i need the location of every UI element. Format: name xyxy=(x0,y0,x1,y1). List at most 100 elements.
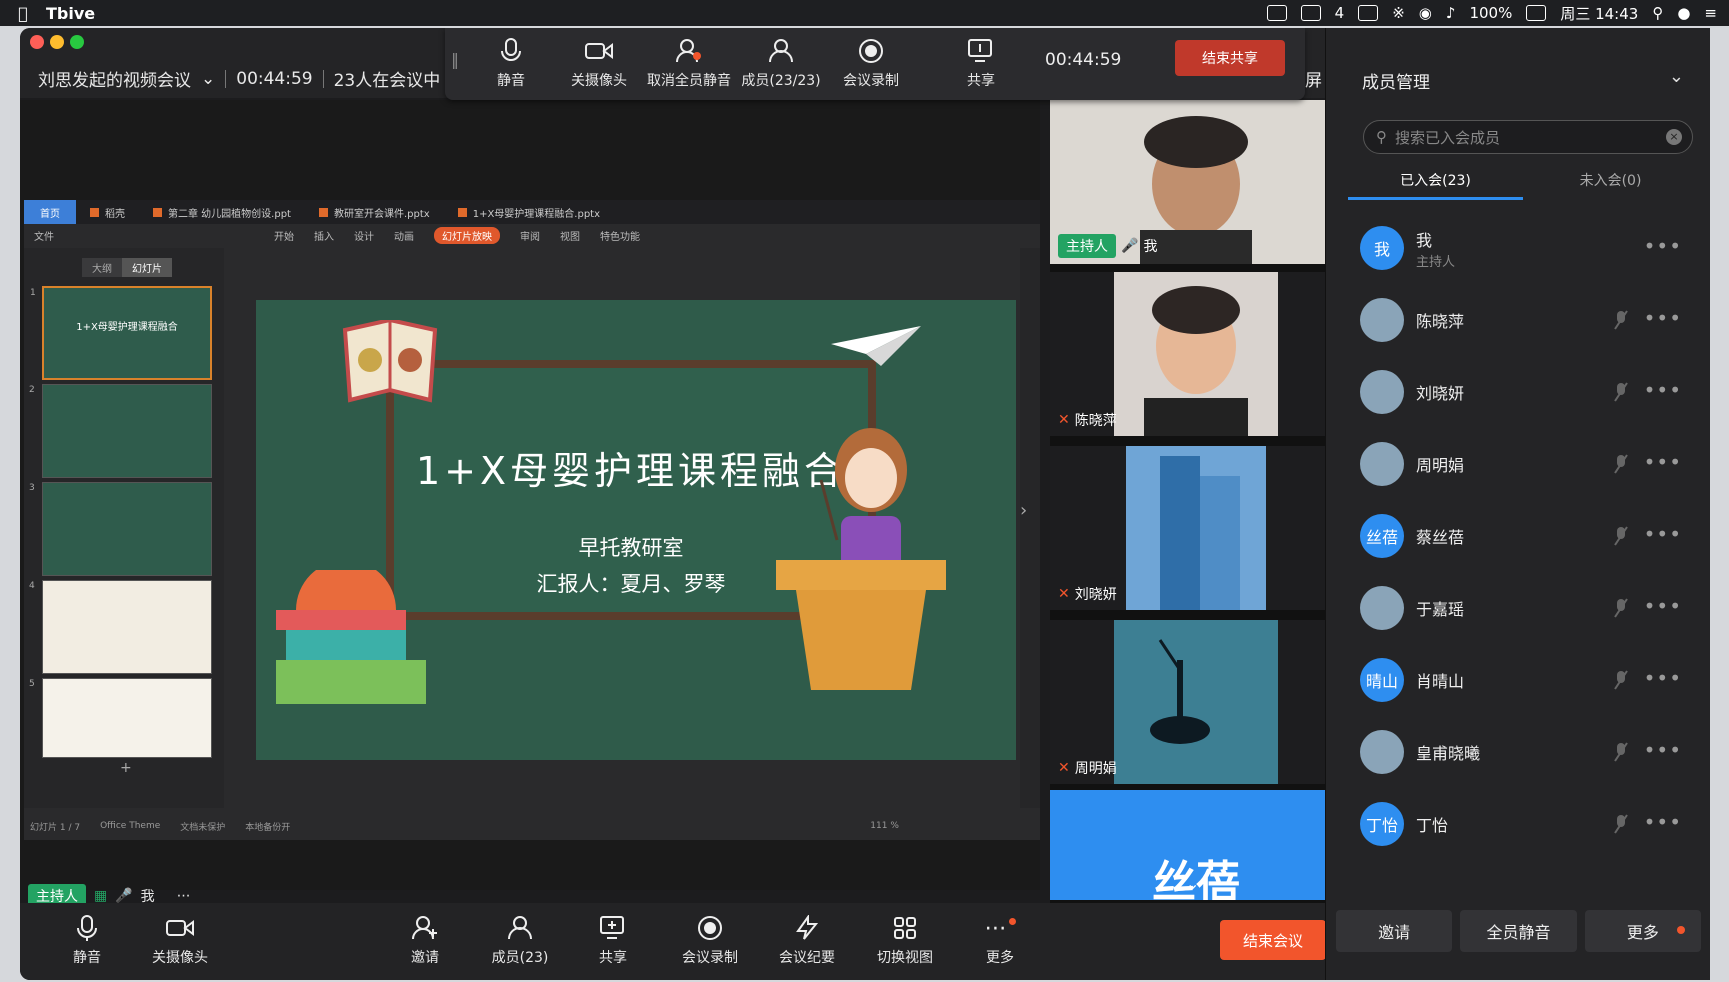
member-row[interactable]: 周明娟 ••• xyxy=(1360,436,1690,492)
mute-button[interactable]: 静音 xyxy=(42,913,132,967)
members-button[interactable]: 成员(23/23) xyxy=(735,36,827,90)
menu-file[interactable]: 文件 xyxy=(34,228,54,243)
wifi-icon[interactable]: ◉ xyxy=(1419,4,1432,22)
slide-thumbnail[interactable]: 4 xyxy=(29,580,212,674)
menu-view[interactable]: 视图 xyxy=(560,228,580,243)
app-name[interactable]: Tbive xyxy=(46,4,95,23)
video-tile[interactable]: 主持人 🎤 我 xyxy=(1050,100,1342,264)
more-icon[interactable]: ••• xyxy=(1644,594,1682,618)
tab-document[interactable]: 教研室开会课件.pptx xyxy=(305,200,444,224)
siri-icon[interactable]: ● xyxy=(1677,4,1690,22)
video-tile[interactable]: 丝蓓 ⌄ xyxy=(1050,790,1342,900)
more-icon[interactable]: ••• xyxy=(1644,234,1682,258)
more-icon[interactable]: ••• xyxy=(1644,450,1682,474)
switch-view-button[interactable]: 切换视图 xyxy=(860,913,950,967)
stop-share-button[interactable]: 结束共享 xyxy=(1175,40,1285,76)
record-button[interactable]: 会议录制 xyxy=(665,913,755,967)
slide-thumbnail[interactable]: 3 xyxy=(29,482,212,576)
volume-icon[interactable]: ♪ xyxy=(1446,4,1456,22)
menu-start[interactable]: 开始 xyxy=(274,228,294,243)
camera-button[interactable]: 关摄像头 xyxy=(553,36,645,90)
mic-muted-icon[interactable] xyxy=(1614,310,1628,330)
member-row[interactable]: 我我主持人 ••• xyxy=(1360,220,1690,276)
video-tile[interactable]: ✕ 刘晓妍 xyxy=(1050,446,1342,610)
mic-muted-icon[interactable] xyxy=(1614,742,1628,762)
slide-thumbnail[interactable]: 1 1+X母婴护理课程融合 xyxy=(30,286,212,380)
wps-icon[interactable] xyxy=(1300,5,1321,21)
share-button[interactable]: 共享 xyxy=(935,36,1027,90)
more-icon[interactable]: ••• xyxy=(1644,306,1682,330)
end-meeting-button[interactable]: 结束会议 xyxy=(1220,920,1326,960)
more-icon[interactable]: ••• xyxy=(1644,738,1682,762)
chevron-down-icon[interactable]: ⌄ xyxy=(1186,874,1199,893)
ppt-side-tools[interactable] xyxy=(1020,248,1040,808)
meeting-title[interactable]: 刘思发起的视频会议 xyxy=(38,66,191,91)
record-button[interactable]: 会议录制 xyxy=(825,36,917,90)
drag-handle-icon[interactable]: ‖ xyxy=(451,50,459,69)
more-icon[interactable]: ⋯ xyxy=(177,888,191,904)
zoom-window-button[interactable] xyxy=(70,35,84,49)
notification-count[interactable]: 4 xyxy=(1335,4,1345,22)
apple-menu-icon[interactable]:  xyxy=(0,4,46,23)
member-search-input[interactable]: ⚲ 搜索已入会成员 × xyxy=(1363,120,1693,154)
chevron-down-icon[interactable]: ⌄ xyxy=(201,69,215,89)
more-icon[interactable]: ••• xyxy=(1644,810,1682,834)
zoom-level[interactable]: 111 % xyxy=(870,821,899,831)
share-button[interactable]: 共享 xyxy=(568,913,658,967)
battery-icon[interactable] xyxy=(1526,5,1547,21)
tab-document[interactable]: 第二章 幼儿园植物创设.ppt xyxy=(139,200,305,224)
member-row[interactable]: 皇甫晓曦 ••• xyxy=(1360,724,1690,780)
more-button[interactable]: 更多 xyxy=(1584,910,1701,952)
mic-muted-icon[interactable] xyxy=(1614,526,1628,546)
video-tile[interactable]: ✕ 周明娟 xyxy=(1050,620,1342,784)
slide-thumbnail[interactable]: 2 xyxy=(29,384,212,478)
tab-document-active[interactable]: 1+X母婴护理课程融合.pptx xyxy=(444,200,614,224)
members-button[interactable]: 成员(23) xyxy=(475,913,565,967)
mute-all-button[interactable]: 全员静音 xyxy=(1460,910,1577,952)
screen-icon[interactable] xyxy=(1358,5,1379,21)
tab-outline[interactable]: 大纲 xyxy=(82,258,122,277)
camera-button[interactable]: 关摄像头 xyxy=(135,913,225,967)
mic-muted-icon[interactable] xyxy=(1614,454,1628,474)
member-row[interactable]: 丁怡 丁怡 ••• xyxy=(1360,796,1690,852)
tab-not-joined[interactable]: 未入会(0) xyxy=(1523,164,1698,200)
member-row[interactable]: 陈晓萍 ••• xyxy=(1360,292,1690,348)
invite-button[interactable]: 邀请 xyxy=(1336,910,1453,952)
bluetooth-icon[interactable]: ※ xyxy=(1392,4,1405,22)
tab-joined[interactable]: 已入会(23) xyxy=(1348,164,1523,200)
more-icon[interactable]: ••• xyxy=(1644,666,1682,690)
mic-muted-icon[interactable] xyxy=(1614,670,1628,690)
menu-slideshow[interactable]: 幻灯片放映 xyxy=(434,226,500,244)
mic-muted-icon[interactable] xyxy=(1614,598,1628,618)
spotlight-search-icon[interactable]: ⚲ xyxy=(1652,4,1663,22)
doc-protection[interactable]: 文档未保护 xyxy=(180,820,225,833)
menu-design[interactable]: 设计 xyxy=(354,228,374,243)
tab-home[interactable]: 首页 xyxy=(24,200,76,224)
tab-slides[interactable]: 幻灯片 xyxy=(122,258,172,277)
unmute-all-button[interactable]: 取消全员静音 xyxy=(643,36,735,90)
menu-insert[interactable]: 插入 xyxy=(314,228,334,243)
more-icon[interactable]: ••• xyxy=(1644,378,1682,402)
tab-docer[interactable]: 稻壳 xyxy=(76,200,139,224)
control-center-icon[interactable]: ≡ xyxy=(1704,4,1717,22)
menu-animation[interactable]: 动画 xyxy=(394,228,414,243)
mute-button[interactable]: 静音 xyxy=(465,36,557,90)
status-app-icon[interactable] xyxy=(1266,5,1287,21)
invite-button[interactable]: 邀请 xyxy=(380,913,470,967)
member-row[interactable]: 于嘉瑶 ••• xyxy=(1360,580,1690,636)
mic-muted-icon[interactable] xyxy=(1614,814,1628,834)
close-window-button[interactable] xyxy=(30,35,44,49)
mic-muted-icon[interactable] xyxy=(1614,382,1628,402)
clear-icon[interactable]: × xyxy=(1666,129,1682,145)
slide-thumbnail[interactable]: 5 xyxy=(29,678,212,758)
menu-features[interactable]: 特色功能 xyxy=(600,228,640,243)
chevron-right-icon[interactable]: › xyxy=(1020,500,1027,521)
video-tile[interactable]: ✕ 陈晓萍 xyxy=(1050,272,1342,436)
menu-review[interactable]: 审阅 xyxy=(520,228,540,243)
member-row[interactable]: 晴山 肖晴山 ••• xyxy=(1360,652,1690,708)
more-button[interactable]: ⋯ 更多 xyxy=(955,913,1045,967)
chevron-down-icon[interactable]: ⌄ xyxy=(1669,66,1684,87)
minimize-window-button[interactable] xyxy=(50,35,64,49)
member-row[interactable]: 刘晓妍 ••• xyxy=(1360,364,1690,420)
add-slide-icon[interactable]: + xyxy=(120,760,132,776)
